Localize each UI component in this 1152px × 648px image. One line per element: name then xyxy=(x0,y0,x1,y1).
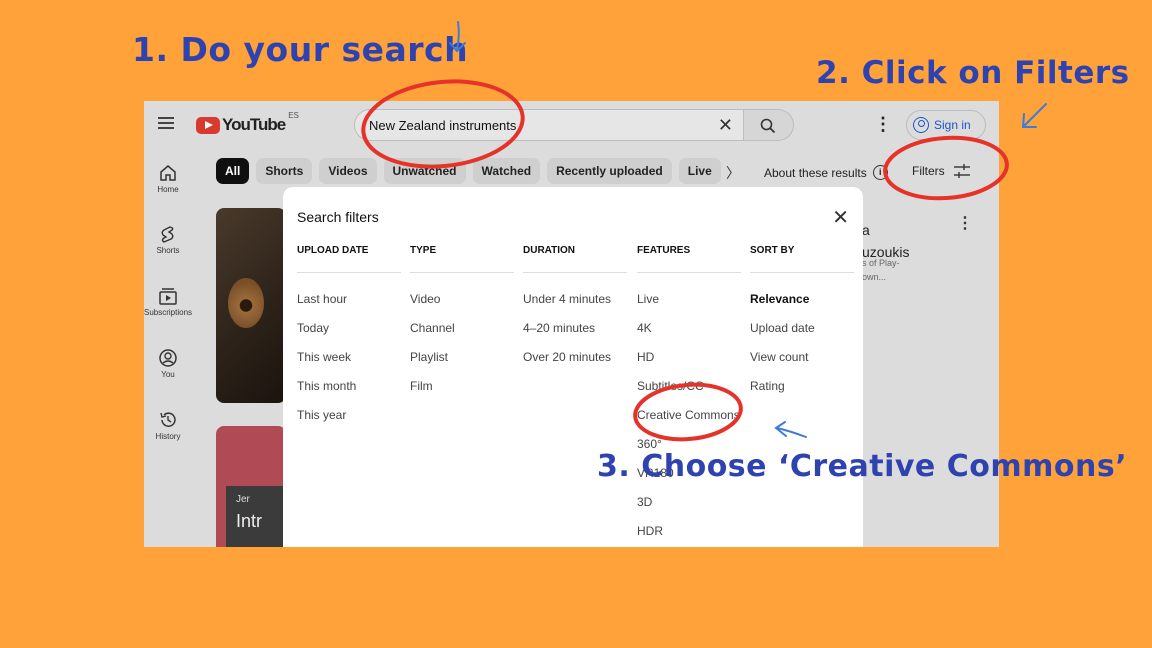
arrow-left-down-icon xyxy=(1021,103,1047,128)
more-options-icon[interactable]: ⋮ xyxy=(874,114,892,135)
search-value: New Zealand instruments xyxy=(369,118,517,133)
filter-column-upload-date: UPLOAD DATE Last hour Today This week Th… xyxy=(297,245,401,430)
thumbnail-small-text: Jer xyxy=(236,494,250,505)
history-icon xyxy=(160,412,176,427)
step1-annotation: 1. Do your search xyxy=(132,30,469,69)
sidebar-item-history[interactable]: History xyxy=(144,411,192,441)
sign-in-label: Sign in xyxy=(934,118,971,132)
filters-label: Filters xyxy=(912,164,945,178)
filter-option[interactable]: HDR xyxy=(637,517,741,546)
sidebar-item-shorts[interactable]: Shorts xyxy=(144,225,192,255)
menu-icon[interactable] xyxy=(158,117,174,129)
filter-option[interactable]: Upload date xyxy=(750,314,854,343)
chip-videos[interactable]: Videos xyxy=(319,158,377,184)
info-icon: i xyxy=(872,165,888,180)
sidebar-item-label: Home xyxy=(157,185,179,194)
result-meta-line: s of Play- xyxy=(862,258,900,268)
filter-option[interactable]: Subtitles/CC xyxy=(637,372,741,401)
chip-recently-uploaded[interactable]: Recently uploaded xyxy=(547,158,672,184)
home-icon xyxy=(160,165,176,181)
filter-option[interactable]: Video xyxy=(410,285,514,314)
sidebar-item-label: Shorts xyxy=(156,246,180,255)
video-thumbnail[interactable]: Jer Intr xyxy=(216,426,286,547)
logo-region: ES xyxy=(288,111,299,120)
search-icon xyxy=(760,118,776,134)
logo-text: YouTube xyxy=(222,115,286,134)
filter-option[interactable]: HD xyxy=(637,343,741,372)
play-icon xyxy=(196,116,220,134)
column-heading: UPLOAD DATE xyxy=(297,245,401,273)
filter-option[interactable]: Under 4 minutes xyxy=(523,285,627,314)
chip-unwatched[interactable]: Unwatched xyxy=(383,158,466,184)
sidebar-item-subscriptions[interactable]: Subscriptions xyxy=(144,287,192,317)
filter-option[interactable]: Film xyxy=(410,372,514,401)
result-meta-line: own... xyxy=(862,272,887,282)
filter-option[interactable]: This month xyxy=(297,372,401,401)
user-icon xyxy=(913,117,929,133)
shorts-icon xyxy=(161,226,174,243)
you-icon xyxy=(159,349,177,367)
filter-option[interactable]: Rating xyxy=(750,372,854,401)
column-heading: FEATURES xyxy=(637,245,741,273)
search-button[interactable] xyxy=(744,109,794,141)
filter-option[interactable]: 4–20 minutes xyxy=(523,314,627,343)
mandolin-image xyxy=(228,278,264,328)
result-title-line: a xyxy=(862,222,870,238)
sidebar-item-label: Subscriptions xyxy=(144,308,193,317)
step3-annotation: 3. Choose ‘Creative Commons’ xyxy=(597,449,1128,484)
chevron-right-icon[interactable]: 〉 xyxy=(726,163,740,183)
filter-option[interactable]: Today xyxy=(297,314,401,343)
filter-option[interactable]: Channel xyxy=(410,314,514,343)
sidebar-item-label: You xyxy=(161,370,175,379)
filter-chips: All Shorts Videos Unwatched Watched Rece… xyxy=(216,158,721,184)
filter-option[interactable]: This week xyxy=(297,343,401,372)
clear-icon[interactable]: ✕ xyxy=(718,115,733,136)
filter-column-sort-by: SORT BY Relevance Upload date View count… xyxy=(750,245,854,401)
filter-option[interactable]: Live xyxy=(637,285,741,314)
column-heading: TYPE xyxy=(410,245,514,273)
filters-button[interactable]: Filters xyxy=(912,163,971,179)
filter-option[interactable]: 3D xyxy=(637,488,741,517)
chip-all[interactable]: All xyxy=(216,158,250,184)
video-thumbnail[interactable] xyxy=(216,208,286,403)
filter-option[interactable]: Playlist xyxy=(410,343,514,372)
thumbnail-title-text: Intr xyxy=(236,511,263,531)
filter-option-selected[interactable]: Relevance xyxy=(750,285,854,314)
result-more-icon[interactable]: ⋮ xyxy=(957,213,973,233)
sidebar-item-you[interactable]: You xyxy=(144,349,192,379)
step2-annotation: 2. Click on Filters xyxy=(816,55,1130,91)
chip-shorts[interactable]: Shorts xyxy=(256,158,313,184)
filter-column-features: FEATURES Live 4K HD Subtitles/CC Creativ… xyxy=(637,245,741,546)
thumbnail-card: Jer Intr xyxy=(226,486,286,547)
sign-in-button[interactable]: Sign in xyxy=(906,110,986,140)
chip-live[interactable]: Live xyxy=(678,158,721,184)
subscriptions-icon xyxy=(159,288,177,305)
dialog-title: Search filters xyxy=(297,209,379,225)
chip-watched[interactable]: Watched xyxy=(472,158,541,184)
column-heading: DURATION xyxy=(523,245,627,273)
about-results[interactable]: About these results i xyxy=(764,165,888,180)
search-input[interactable]: New Zealand instruments ✕ xyxy=(354,109,744,141)
sidebar-item-label: History xyxy=(155,432,181,441)
sidebar-item-home[interactable]: Home xyxy=(144,164,192,194)
close-icon[interactable]: ✕ xyxy=(832,205,849,230)
filter-option[interactable]: Last hour xyxy=(297,285,401,314)
filter-option-creative-commons[interactable]: Creative Commons xyxy=(637,401,741,430)
column-heading: SORT BY xyxy=(750,245,854,273)
sliders-icon xyxy=(953,164,970,178)
filter-option[interactable]: View count xyxy=(750,343,854,372)
result-meta: s of Play- own... xyxy=(862,256,900,284)
youtube-logo[interactable]: YouTube ES xyxy=(196,111,299,135)
filter-option[interactable]: 4K xyxy=(637,314,741,343)
filter-option[interactable]: This year xyxy=(297,401,401,430)
filter-option[interactable]: Over 20 minutes xyxy=(523,343,627,372)
search-filters-dialog: Search filters ✕ UPLOAD DATE Last hour T… xyxy=(283,187,863,547)
filter-column-type: TYPE Video Channel Playlist Film xyxy=(410,245,514,401)
filter-column-duration: DURATION Under 4 minutes 4–20 minutes Ov… xyxy=(523,245,627,372)
about-results-label: About these results xyxy=(764,165,867,180)
